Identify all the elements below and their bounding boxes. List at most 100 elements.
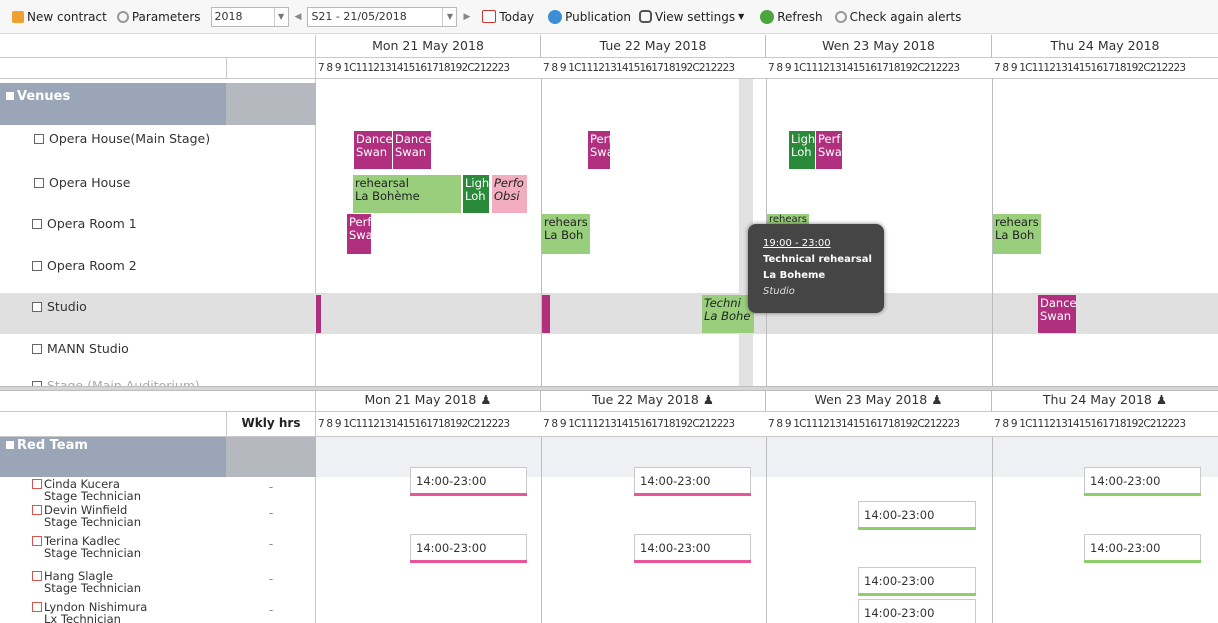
shift-block[interactable]: 14:00-23:00 [634,467,751,496]
person-icon: ♟ [1155,392,1168,407]
weekly-hours-value: - [268,572,274,586]
checkbox[interactable] [32,261,42,271]
shift-block[interactable]: 14:00-23:00 [410,467,527,496]
previous-week-arrow[interactable]: ◀ [295,12,302,22]
event-block[interactable]: Dance Swan [1038,295,1076,333]
shift-block[interactable]: 14:00-23:00 [858,567,976,596]
person-row[interactable]: Hang Slagle Stage Technician [0,570,226,594]
hours-label: 7 8 9 1C1112131415161718192C212223 [768,62,960,74]
calendar-icon [482,10,497,23]
event-block[interactable]: Dance Swan [354,131,392,169]
day-header: Wen 23 May 2018 ♟ [766,391,992,411]
collapse-icon[interactable] [6,441,14,449]
checkbox[interactable] [34,134,44,144]
shift-block[interactable]: 14:00-23:00 [634,534,751,563]
view-settings-button[interactable]: View settings ▼ [638,10,744,24]
checkbox[interactable] [32,479,42,489]
venue-row[interactable]: Opera House(Main Stage) [0,131,226,146]
check-alerts-button[interactable]: Check again alerts [834,10,961,24]
venue-row[interactable]: Opera Room 2 [0,258,226,273]
event-block[interactable]: Techni La Bohe [702,295,754,333]
collapse-icon[interactable] [6,92,14,100]
event-block[interactable]: PerfSwa [588,131,610,169]
new-contract-button[interactable]: New contract [12,10,107,24]
shift-block[interactable]: 14:00-23:00 [858,501,976,530]
venue-row[interactable]: Opera Room 1 [0,216,226,231]
checkbox[interactable] [32,571,42,581]
gear-icon [116,10,129,23]
today-button[interactable]: Today [482,10,534,24]
refresh-button[interactable]: Refresh [760,9,823,24]
hours-row: 7 8 9 1C1112131415161718192C212223 7 8 9… [316,57,1218,79]
person-row[interactable]: Lyndon Nishimura Lx Technician [0,601,226,623]
weekly-hours-value: - [268,603,274,617]
staff-grid: Mon 21 May 2018 ♟ Tue 22 May 2018 ♟ Wen … [316,391,1218,623]
event-tooltip: 19:00 - 23:00 Technical rehearsal La Boh… [748,224,884,313]
person-icon: ♟ [480,392,492,407]
day-header: Thu 24 May 2018 [1050,38,1160,53]
weekly-hours-value: - [268,537,274,551]
checkbox[interactable] [32,344,42,354]
event-block[interactable]: PerfSwa [816,131,842,169]
person-icon: ♟ [702,392,715,407]
person-icon: ♟ [931,392,943,407]
hours-label: 7 8 9 1C1112131415161718192C212223 [994,418,1186,430]
day-header: Wen 23 May 2018 [766,35,992,57]
day-header: Mon 21 May 2018 [316,35,541,57]
red-team-group-header[interactable]: Red Team [0,437,226,477]
venue-row[interactable]: Studio [0,299,226,314]
event-block[interactable]: rehears La Boh [542,214,590,254]
event-block[interactable]: Dance Swan [393,131,431,169]
gear-icon [834,10,847,23]
checkbox[interactable] [32,602,42,612]
day-header: Tue 22 May 2018 ♟ [541,391,766,411]
event-block[interactable]: Ligh Loh [463,175,489,213]
venues-left-column: Venues Opera House(Main Stage) Opera Hou… [0,35,316,386]
event-block[interactable]: PerfSwa [347,214,371,254]
event-block[interactable]: rehears La Boh [993,214,1041,254]
new-contract-icon [12,10,24,23]
next-week-arrow[interactable]: ▶ [463,12,470,22]
year-select[interactable]: 2018 ▼ [210,6,289,27]
staff-left-column: Wkly hrs Red Team Cinda Kucera Stage Tech… [0,391,316,623]
event-block[interactable] [316,295,321,333]
shift-block[interactable]: 14:00-23:00 [1084,467,1201,496]
checkbox[interactable] [32,505,42,515]
weekly-hours-header: Wkly hrs [241,416,301,430]
venue-row[interactable]: Stage (Main Auditorium) [0,378,226,386]
chevron-down-icon: ▼ [442,7,456,26]
checkbox[interactable] [32,219,42,229]
week-select[interactable]: S21 - 21/05/2018 ▼ [307,6,458,27]
view-settings-icon [638,10,652,23]
weekly-hours-value: - [268,506,274,520]
staff-planning: Wkly hrs Red Team Cinda Kucera Stage Tech… [0,391,1218,623]
checkbox[interactable] [32,536,42,546]
person-row[interactable]: Devin Winfield Stage Technician [0,504,226,528]
venues-group-header[interactable]: Venues [0,83,226,125]
checkbox[interactable] [34,178,44,188]
chevron-down-icon: ▼ [273,7,288,26]
venue-row[interactable]: MANN Studio [0,341,226,356]
day-header: Tue 22 May 2018 [541,35,766,57]
event-block[interactable] [542,295,550,333]
person-row[interactable]: Terina Kadlec Stage Technician [0,535,226,559]
person-row[interactable]: Cinda Kucera Stage Technician [0,478,226,502]
event-block[interactable]: Ligh Loh [789,131,815,169]
globe-icon [548,9,563,24]
shift-block[interactable]: 14:00-23:00 [1084,534,1201,563]
day-header: Mon 21 May 2018 ♟ [316,391,541,411]
venues-planning: Venues Opera House(Main Stage) Opera Hou… [0,35,1218,386]
day-header: Thu 24 May 2018 ♟ [1042,392,1168,407]
parameters-button[interactable]: Parameters [116,10,201,24]
hours-row: 7 8 9 1C1112131415161718192C212223 7 8 9… [316,411,1218,437]
hours-label: 7 8 9 1C1112131415161718192C212223 [318,62,510,74]
event-block[interactable]: rehearsal La Bohème [353,175,461,213]
publication-button[interactable]: Publication [548,9,631,24]
shift-block[interactable]: 14:00-23:00 [858,599,976,623]
checkbox[interactable] [32,302,42,312]
event-block[interactable]: Perfo Obsi [492,175,527,213]
hours-label: 7 8 9 1C1112131415161718192C212223 [543,62,735,74]
venue-row[interactable]: Opera House [0,175,226,190]
shift-block[interactable]: 14:00-23:00 [410,534,527,563]
weekly-hours-value: - [268,480,274,494]
